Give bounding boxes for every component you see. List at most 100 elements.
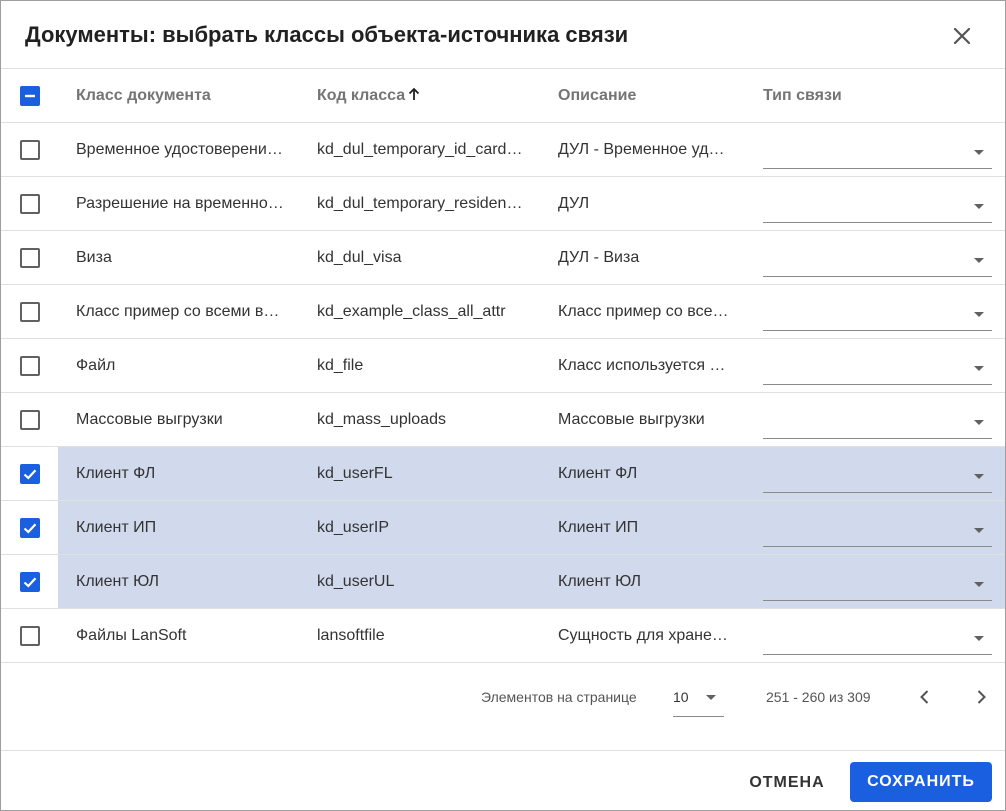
chevron-down-icon — [974, 258, 984, 263]
cell-description: ДУЛ — [558, 195, 590, 212]
row-checkbox[interactable] — [20, 626, 40, 646]
row-checkbox[interactable] — [20, 572, 40, 592]
table-row[interactable]: Клиент ФЛ kd_userFL Клиент ФЛ — [1, 447, 1005, 501]
link-type-select[interactable] — [763, 177, 992, 223]
cell-class-name: Клиент ИП — [76, 519, 157, 536]
column-header-name[interactable]: Класс документа — [76, 69, 286, 123]
chevron-down-icon — [974, 636, 984, 641]
chevron-down-icon — [974, 528, 984, 533]
row-checkbox[interactable] — [20, 464, 40, 484]
cell-class-name: Файлы LanSoft — [76, 627, 187, 644]
cell-class-name: Разрешение на временно… — [76, 195, 284, 212]
column-header-code[interactable]: Код класса — [317, 69, 527, 123]
cell-class-code: kd_example_class_all_attr — [317, 303, 506, 320]
chevron-down-icon — [974, 474, 984, 479]
dialog: Документы: выбрать классы объекта-источн… — [0, 0, 1006, 811]
cell-class-code: kd_file — [317, 357, 364, 374]
cell-description: Клиент ИП — [558, 519, 639, 536]
page-size-select[interactable]: 10 — [673, 683, 724, 717]
dialog-actions: ОТМЕНА СОХРАНИТЬ — [1, 751, 1005, 810]
cell-class-code: kd_dul_temporary_residenc… — [317, 195, 527, 212]
chevron-down-icon — [974, 420, 984, 425]
select-all-checkbox[interactable] — [20, 86, 40, 106]
table-row[interactable]: Файл kd_file Класс используется … — [1, 339, 1005, 393]
chevron-down-icon — [974, 582, 984, 587]
close-icon — [953, 27, 971, 45]
cell-class-code: lansoftfile — [317, 627, 385, 644]
cell-description: Сущность для хране… — [558, 627, 728, 644]
cell-description: Массовые выгрузки — [558, 411, 705, 428]
cell-class-name: Временное удостоверени… — [76, 141, 283, 158]
row-checkbox[interactable] — [20, 194, 40, 214]
link-type-select[interactable] — [763, 393, 992, 439]
column-header-code-label: Код класса — [317, 87, 406, 104]
link-type-select[interactable] — [763, 231, 992, 277]
column-header-link-type[interactable]: Тип связи — [763, 69, 923, 123]
previous-page-button[interactable] — [913, 685, 937, 709]
cancel-button[interactable]: ОТМЕНА — [735, 763, 839, 803]
cell-description: Клиент ФЛ — [558, 465, 638, 482]
cell-class-code: kd_dul_temporary_id_cardRF — [317, 141, 527, 158]
save-button[interactable]: СОХРАНИТЬ — [850, 762, 992, 802]
row-checkbox[interactable] — [20, 140, 40, 160]
row-checkbox[interactable] — [20, 302, 40, 322]
cell-class-name: Файл — [76, 357, 116, 374]
check-icon — [23, 523, 37, 534]
link-type-select[interactable] — [763, 609, 992, 655]
cell-class-name: Клиент ФЛ — [76, 465, 156, 482]
link-type-select[interactable] — [763, 447, 992, 493]
row-checkbox[interactable] — [20, 356, 40, 376]
cell-description: ДУЛ - Виза — [558, 249, 640, 266]
table-row[interactable]: Разрешение на временно… kd_dul_temporary_… — [1, 177, 1005, 231]
chevron-down-icon — [974, 150, 984, 155]
cell-class-name: Класс пример со всеми в… — [76, 303, 280, 320]
link-type-select[interactable] — [763, 501, 992, 547]
table-row[interactable]: Клиент ИП kd_userIP Клиент ИП — [1, 501, 1005, 555]
table-row[interactable]: Класс пример со всеми в… kd_example_class… — [1, 285, 1005, 339]
table-row[interactable]: Файлы LanSoft lansoftfile Сущность для хра… — [1, 609, 1005, 663]
sort-ascending-icon — [408, 87, 420, 100]
check-icon — [23, 469, 37, 480]
link-type-select[interactable] — [763, 123, 992, 169]
page-range-label: 251 - 260 из 309 — [766, 689, 871, 705]
link-type-select[interactable] — [763, 555, 992, 601]
check-icon — [23, 577, 37, 588]
chevron-left-icon — [920, 690, 929, 704]
close-button[interactable] — [949, 23, 975, 49]
link-type-select[interactable] — [763, 339, 992, 385]
cell-class-code: kd_userFL — [317, 465, 393, 482]
dialog-title: Документы: выбрать классы объекта-источн… — [25, 22, 629, 47]
table-row[interactable]: Клиент ЮЛ kd_userUL Клиент ЮЛ — [1, 555, 1005, 609]
link-type-select[interactable] — [763, 285, 992, 331]
classes-table: Класс документа Код класса Описание Тип … — [1, 69, 1005, 663]
cell-class-name: Виза — [76, 249, 112, 266]
column-header-description[interactable]: Описание — [558, 69, 733, 123]
cell-description: Клиент ЮЛ — [558, 573, 642, 590]
cell-class-name: Клиент ЮЛ — [76, 573, 160, 590]
items-per-page-label: Элементов на странице — [481, 689, 637, 705]
table-header-row: Класс документа Код класса Описание Тип … — [1, 69, 1005, 123]
cell-description: ДУЛ - Временное уд… — [558, 141, 725, 158]
chevron-right-icon — [977, 690, 986, 704]
cell-description: Класс пример со все… — [558, 303, 729, 320]
page-size-value: 10 — [673, 689, 689, 705]
cell-class-code: kd_userIP — [317, 519, 390, 536]
row-checkbox[interactable] — [20, 248, 40, 268]
row-checkbox[interactable] — [20, 518, 40, 538]
dialog-header: Документы: выбрать классы объекта-источн… — [1, 1, 1005, 69]
cell-class-code: kd_dul_visa — [317, 249, 402, 266]
chevron-down-icon — [974, 204, 984, 209]
cell-class-name: Массовые выгрузки — [76, 411, 223, 428]
chevron-down-icon — [974, 366, 984, 371]
cell-class-code: kd_mass_uploads — [317, 411, 446, 428]
table-row[interactable]: Массовые выгрузки kd_mass_uploads Массовые… — [1, 393, 1005, 447]
indeterminate-icon — [25, 94, 35, 98]
next-page-button[interactable] — [969, 685, 993, 709]
table-row[interactable]: Виза kd_dul_visa ДУЛ - Виза — [1, 231, 1005, 285]
table-row[interactable]: Временное удостоверени… kd_dul_temporary_… — [1, 123, 1005, 177]
chevron-down-icon — [974, 312, 984, 317]
row-checkbox[interactable] — [20, 410, 40, 430]
cell-class-code: kd_userUL — [317, 573, 395, 590]
cell-description: Класс используется … — [558, 357, 726, 374]
chevron-down-icon — [706, 695, 716, 700]
